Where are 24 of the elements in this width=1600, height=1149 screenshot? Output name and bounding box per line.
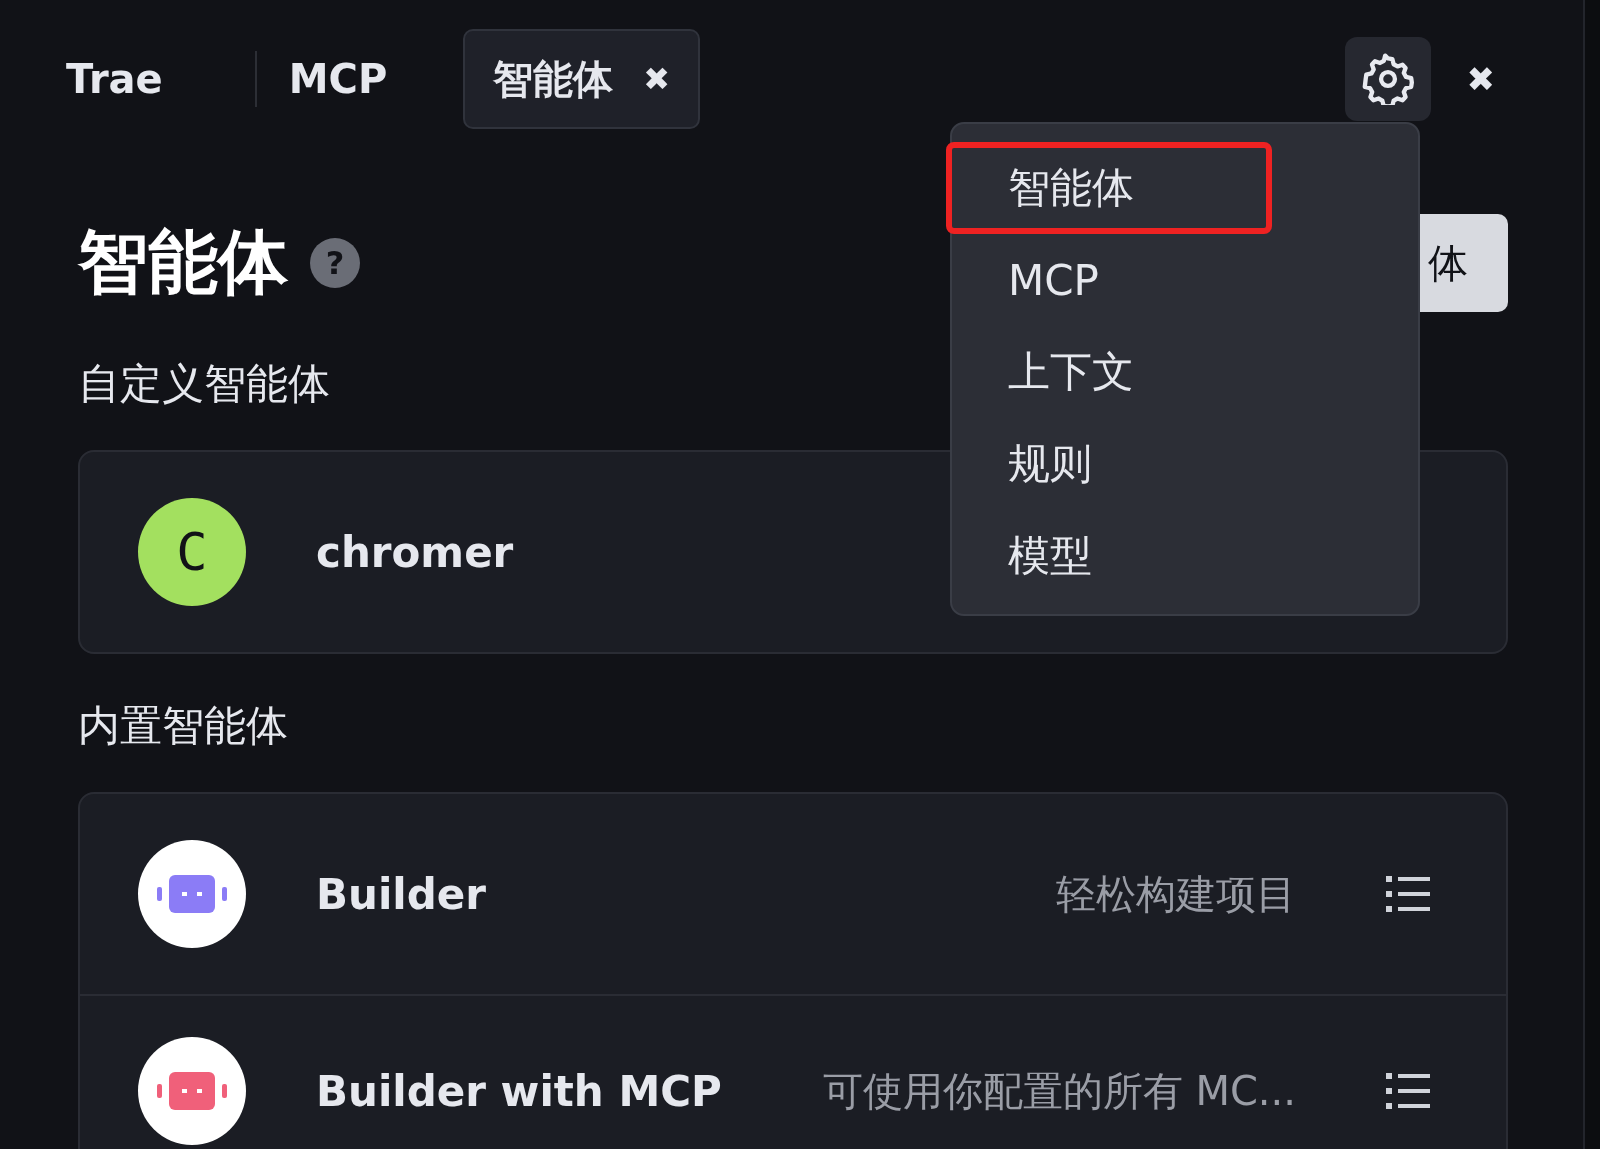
agent-name[interactable]: chromer xyxy=(316,527,514,577)
tab[interactable]: 智能体 ✖ xyxy=(463,29,701,129)
agent-description: 可使用你配置的所有 MC... xyxy=(822,1066,1296,1116)
section-title: 内置智能体 xyxy=(78,700,288,752)
list-icon[interactable] xyxy=(1386,874,1430,914)
menu-item[interactable]: 智能体 xyxy=(946,142,1272,234)
menu-item[interactable]: 模型 xyxy=(952,510,1278,602)
menu-item[interactable]: MCP xyxy=(952,234,1278,326)
agent-name[interactable]: Builder xyxy=(316,869,486,919)
settings-icon xyxy=(1361,53,1414,105)
help-icon[interactable]: ? xyxy=(310,238,360,288)
avatar: C xyxy=(138,498,246,606)
menu-item[interactable]: 规则 xyxy=(952,418,1278,510)
page-title: 智能体 xyxy=(78,220,288,305)
section-title: 自定义智能体 xyxy=(78,358,330,410)
list-icon[interactable] xyxy=(1386,1071,1430,1111)
tab[interactable]: MCP xyxy=(272,31,404,127)
close-icon[interactable]: ✖ xyxy=(1466,59,1495,99)
tab[interactable]: Trae xyxy=(50,31,179,127)
settings-button[interactable] xyxy=(1344,37,1431,121)
agent-description: 轻松构建项目 xyxy=(1056,869,1296,919)
menu-item[interactable]: 上下文 xyxy=(952,326,1278,418)
agent-name[interactable]: Builder with MCP xyxy=(316,1066,722,1116)
close-icon[interactable]: ✖ xyxy=(643,60,671,98)
